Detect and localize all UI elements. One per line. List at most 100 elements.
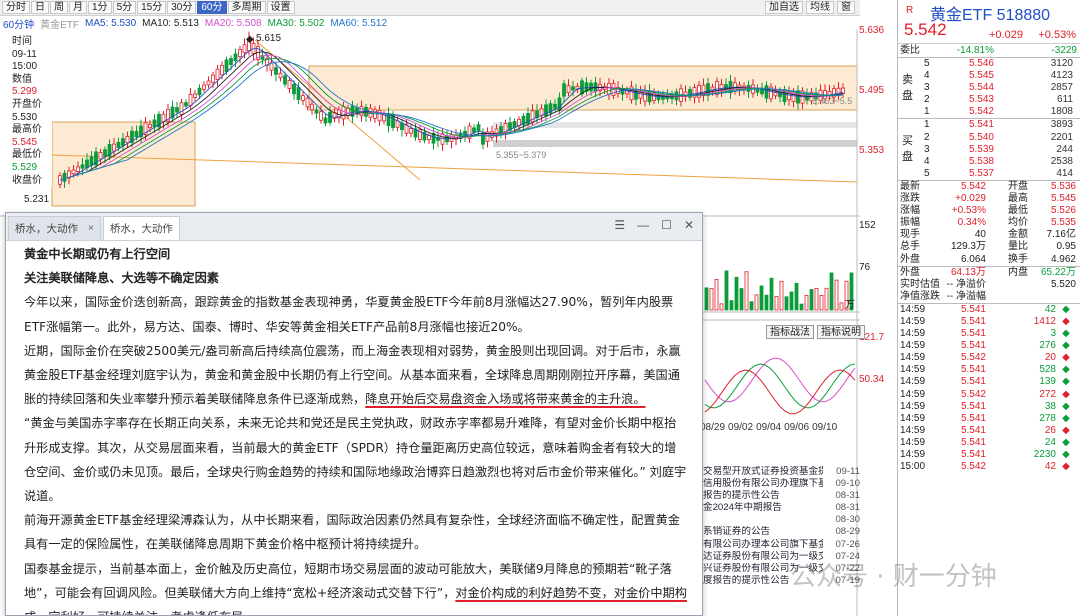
volume-bar <box>814 287 819 311</box>
tick-volume: 272 <box>1039 388 1056 400</box>
tick-row: 14:59 5.541 528 ◆ <box>898 364 1080 376</box>
low-value: 5.529 <box>12 161 38 173</box>
announcement-title: 金2024年中期报告 <box>703 502 782 514</box>
level-number: 1 <box>924 106 930 118</box>
stat-value: 129.3万 <box>950 241 986 253</box>
news-article: 黄金中长期或仍有上行空间 关注美联储降息、大选等不确定因素 今年以来，国际金价迭… <box>6 242 702 615</box>
period-button[interactable]: 分时 <box>2 1 30 14</box>
valuation-cell <box>986 279 1028 291</box>
candle-body <box>125 135 130 144</box>
level-price: 5.546 <box>968 58 994 69</box>
tab-indicator-help[interactable]: 指标说明 <box>817 325 865 339</box>
tick-price: 5.541 <box>960 340 986 352</box>
tick-arrow-icon: ◆ <box>1062 461 1070 473</box>
announcement-title: 报告的提示性公告 <box>703 490 780 502</box>
period-button[interactable]: 60分 <box>197 1 227 14</box>
announcement-item[interactable]: 信用股份有限公司办理旗下基金相关销... 09-10 <box>703 478 860 490</box>
tick-price: 5.541 <box>960 400 986 412</box>
period-button[interactable]: 设置 <box>266 1 295 14</box>
maximize-icon[interactable]: ☐ <box>661 218 672 232</box>
candle-body <box>103 149 107 157</box>
announcement-item[interactable]: 08-30 <box>703 514 860 526</box>
tick-volume: 278 <box>1039 412 1056 424</box>
stat-value: 40 <box>974 229 986 241</box>
period-button[interactable]: 周 <box>50 1 68 14</box>
announcement-item[interactable]: 金2024年中期报告 08-31 <box>703 502 860 514</box>
candle-body <box>296 87 301 100</box>
time-value: 15:00 <box>12 61 38 73</box>
outer-row: 外盘 64.13万 内盘 65.22万 <box>898 267 1080 279</box>
ma30-value: MA30: 5.502 <box>267 17 325 29</box>
volume-bar <box>744 271 749 311</box>
stat-label: 振幅 <box>900 217 920 229</box>
tick-price: 5.542 <box>960 352 986 364</box>
stats-row: 最新 5.542 开盘 5.536 <box>898 181 1080 193</box>
open-label: 开盘价 <box>12 98 42 110</box>
volume-bar <box>704 287 709 311</box>
level-price: 5.540 <box>968 131 994 143</box>
candle-body <box>553 103 557 109</box>
period-button[interactable]: 日 <box>31 1 49 14</box>
date-tick: 08/29 <box>700 422 726 433</box>
announcement-item[interactable]: 有限公司办理本公司旗下基金... 07-26 <box>703 539 860 551</box>
candle-body <box>305 97 310 108</box>
last-price: 5.542 <box>904 20 947 39</box>
stat-value: 5.535 <box>1050 217 1076 229</box>
tick-row: 14:59 5.541 2230 ◆ <box>898 449 1080 461</box>
gray-band-2 <box>493 140 857 147</box>
minimize-icon[interactable]: — <box>637 218 649 232</box>
high-value: 5.545 <box>12 136 38 148</box>
stat-label: 涨幅 <box>900 205 920 217</box>
announcement-item[interactable]: 报告的提示性公告 08-31 <box>703 490 860 502</box>
volume-bar <box>834 279 839 311</box>
r-badge: R <box>906 5 914 16</box>
level-number: 5 <box>924 167 930 179</box>
period-button[interactable]: 5分 <box>112 1 137 14</box>
high-mark-label: 5.615 <box>256 33 282 44</box>
tab-indicator-strategy[interactable]: 指标战法 <box>766 325 814 339</box>
announcement-item[interactable]: 交易型开放式证券投资基金提供主... 09-11 <box>703 466 860 478</box>
article-paragraph: 近期，国际金价在突破2500美元/盎司新高后持续高位震荡，而上海金表现相对弱势，… <box>24 339 688 412</box>
time-label: 时间 <box>12 36 32 47</box>
toolbar-button[interactable]: 加自选 <box>765 1 803 14</box>
stats-row: 涨跌 +0.029 最高 5.545 <box>898 193 1080 205</box>
period-button[interactable]: 月 <box>69 1 87 14</box>
period-button[interactable]: 1分 <box>88 1 112 14</box>
level-price: 5.544 <box>968 82 994 94</box>
toolbar-button[interactable]: 均线 <box>806 1 834 14</box>
period-button[interactable]: 15分 <box>137 1 167 14</box>
toolbar-button[interactable]: 窗 <box>837 1 855 14</box>
close-icon[interactable]: ✕ <box>684 218 694 232</box>
low-label: 最低价 <box>12 149 42 161</box>
level-volume: 414 <box>1056 167 1073 179</box>
order-book-row: 3 5.544 2857 <box>898 82 1080 94</box>
tick-arrow-icon: ◆ <box>1062 364 1070 376</box>
volume-bar <box>714 278 719 311</box>
candle-body <box>202 84 206 90</box>
candle-body <box>71 169 76 175</box>
news-tab-1[interactable]: 桥水，大动作 × <box>8 216 101 240</box>
security-title: 黄金ETF 518880 <box>930 7 1051 24</box>
candle-body <box>287 80 292 89</box>
candle-body <box>211 74 215 83</box>
level-volume: 3120 <box>1050 58 1073 69</box>
stats-row: 涨幅 +0.53% 最低 5.526 <box>898 205 1080 217</box>
volume-label-2: 76 <box>859 262 871 273</box>
menu-icon[interactable]: ☰ <box>614 218 625 232</box>
tick-time: 14:59 <box>900 436 926 448</box>
candle-body <box>148 123 152 129</box>
announcement-title: 信用股份有限公司办理旗下基金相关销... <box>703 478 823 490</box>
close-icon[interactable]: × <box>88 218 94 240</box>
announcement-item[interactable]: 系销证券的公告 08-29 <box>703 526 860 538</box>
candle-body <box>224 59 229 73</box>
tick-volume: 2230 <box>1033 449 1056 460</box>
stat-value: 5.545 <box>1050 193 1076 205</box>
stat-label: 金额 <box>1008 229 1028 241</box>
volume-bar <box>739 288 744 311</box>
tick-arrow-icon: ◆ <box>1062 449 1070 460</box>
period-button[interactable]: 多周期 <box>227 1 266 14</box>
price-label-1: 5.636 <box>859 25 885 36</box>
news-tab-2[interactable]: 桥水，大动作 <box>102 216 180 240</box>
candle-body <box>310 103 314 111</box>
period-button[interactable]: 30分 <box>167 1 197 14</box>
